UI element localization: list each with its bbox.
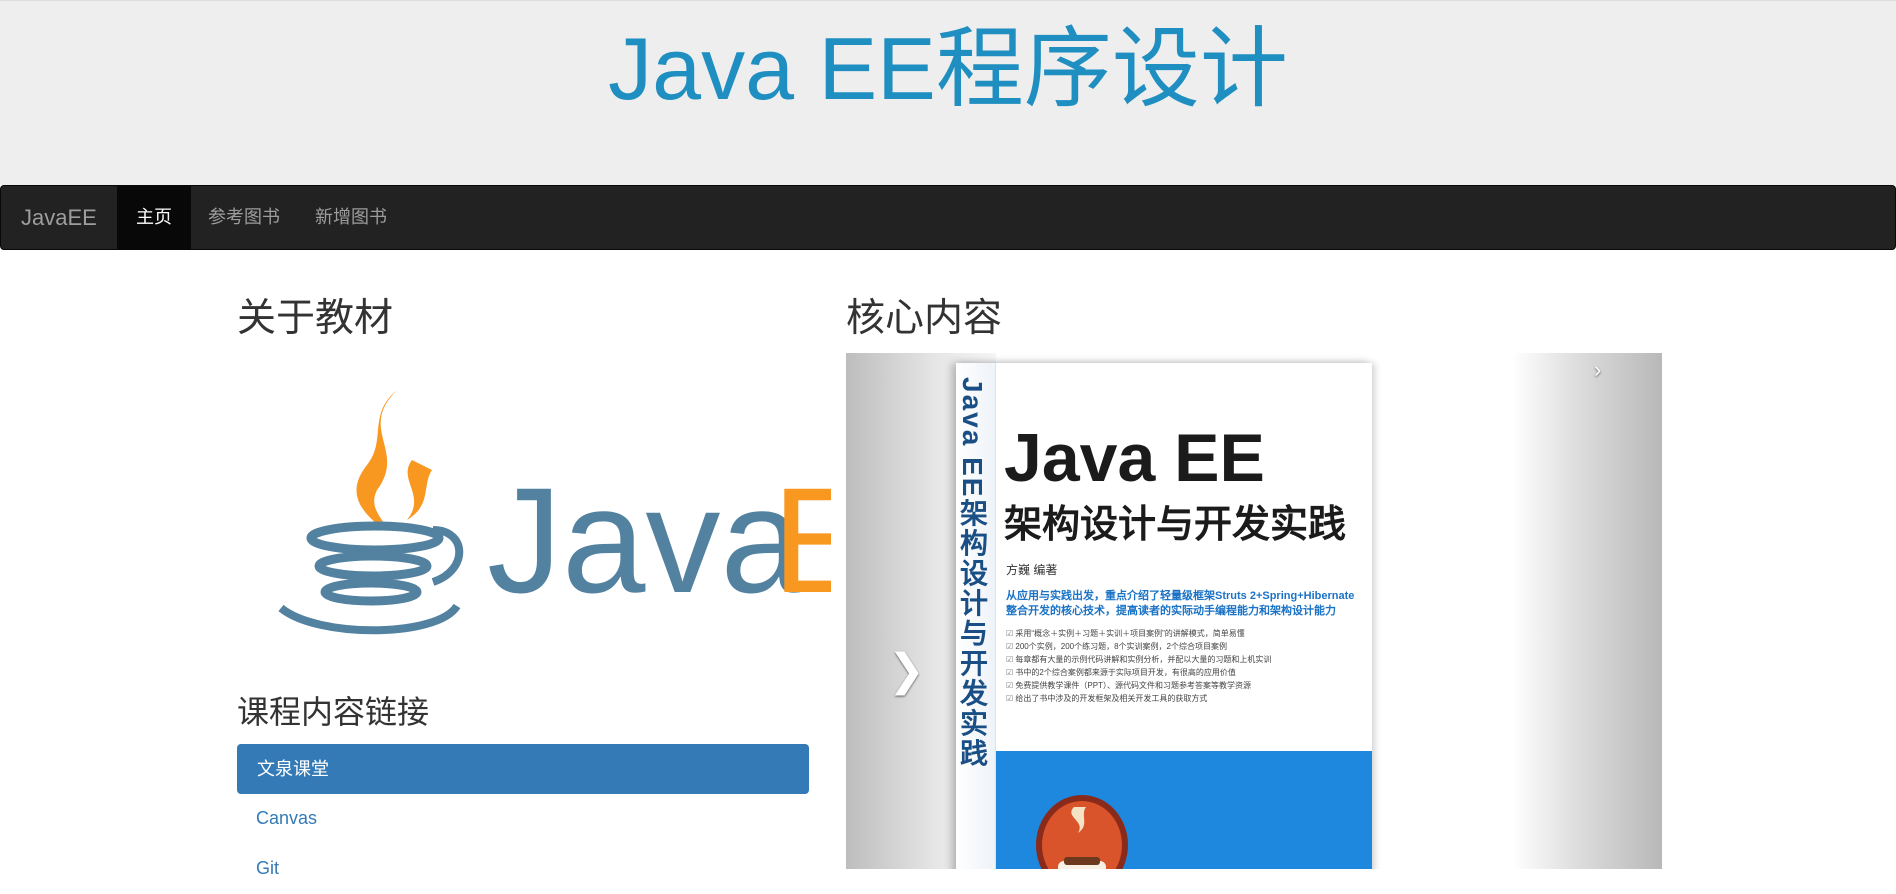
book-summary: 从应用与实践出发，重点介绍了轻量级框架Struts 2+Spring+Hiber… — [1006, 590, 1355, 617]
coffee-cup-icon — [1036, 795, 1128, 869]
link-canvas[interactable]: Canvas — [237, 794, 809, 844]
book-feature: 给出了书中涉及的开发框架及相关开发工具的获取方式 — [1006, 692, 1366, 705]
header-jumbotron: Java EE程序设计 — [0, 0, 1896, 185]
course-links-list: 文泉课堂 Canvas Git — [237, 744, 809, 894]
svg-text:E: E — [772, 456, 831, 624]
book-feature: 每章都有大量的示例代码讲解和实例分析，并配以大量的习题和上机实训 — [1006, 653, 1366, 666]
nav-item-home[interactable]: 主页 — [117, 186, 191, 249]
core-heading: 核心内容 — [846, 297, 1003, 340]
book-feature-list: 采用“概念＋实例＋习题＋实训＋项目案例”的讲解模式，简单易懂 200个实例，20… — [1006, 627, 1366, 705]
book-spine-text: Java EE架构设计与开发实践 — [957, 377, 988, 769]
link-wenquan-classroom[interactable]: 文泉课堂 — [237, 744, 809, 794]
carousel-right-shade — [1512, 353, 1662, 869]
book-author: 方巍 编著 — [1006, 563, 1058, 577]
link-git[interactable]: Git — [237, 844, 809, 894]
book-feature: 书中的2个综合案例都来源于实际项目开发，有很高的应用价值 — [1006, 666, 1366, 679]
top-navbar: JavaEE 主页 参考图书 新增图书 — [0, 185, 1896, 250]
java-cup-icon: Java E — [278, 390, 831, 635]
page-title: Java EE程序设计 — [608, 19, 1288, 118]
book-title: Java EE — [1004, 420, 1265, 496]
about-heading: 关于教材 — [237, 297, 394, 340]
book-spine: Java EE架构设计与开发实践 — [956, 363, 996, 869]
svg-text:Java: Java — [487, 456, 804, 624]
book-feature: 采用“概念＋实例＋习题＋实训＋项目案例”的讲解模式，简单易懂 — [1006, 627, 1366, 640]
nav-item-add-book[interactable]: 新增图书 — [296, 186, 406, 249]
book-cover: Java EE架构设计与开发实践 Java EE 架构设计与开发实践 方巍 编著… — [956, 363, 1372, 869]
java-logo: Java E — [237, 370, 831, 670]
book-subtitle: 架构设计与开发实践 — [1004, 504, 1347, 546]
links-heading: 课程内容链接 — [237, 694, 430, 730]
book-carousel[interactable]: Java EE架构设计与开发实践 Java EE 架构设计与开发实践 方巍 编著… — [846, 353, 1662, 869]
book-feature: 免费提供教学课件（PPT）、源代码文件和习题参考答案等教学资源 — [1006, 679, 1366, 692]
book-feature: 200个实例，200个练习题，8个实训案例，2个综合项目案例 — [1006, 640, 1366, 653]
nav-item-reference-books[interactable]: 参考图书 — [189, 186, 299, 249]
carousel-prev-chevron-icon[interactable]: ❯ — [888, 645, 925, 696]
navbar-brand[interactable]: JavaEE — [21, 186, 97, 249]
carousel-next-chevron-icon[interactable]: › — [1594, 357, 1601, 383]
